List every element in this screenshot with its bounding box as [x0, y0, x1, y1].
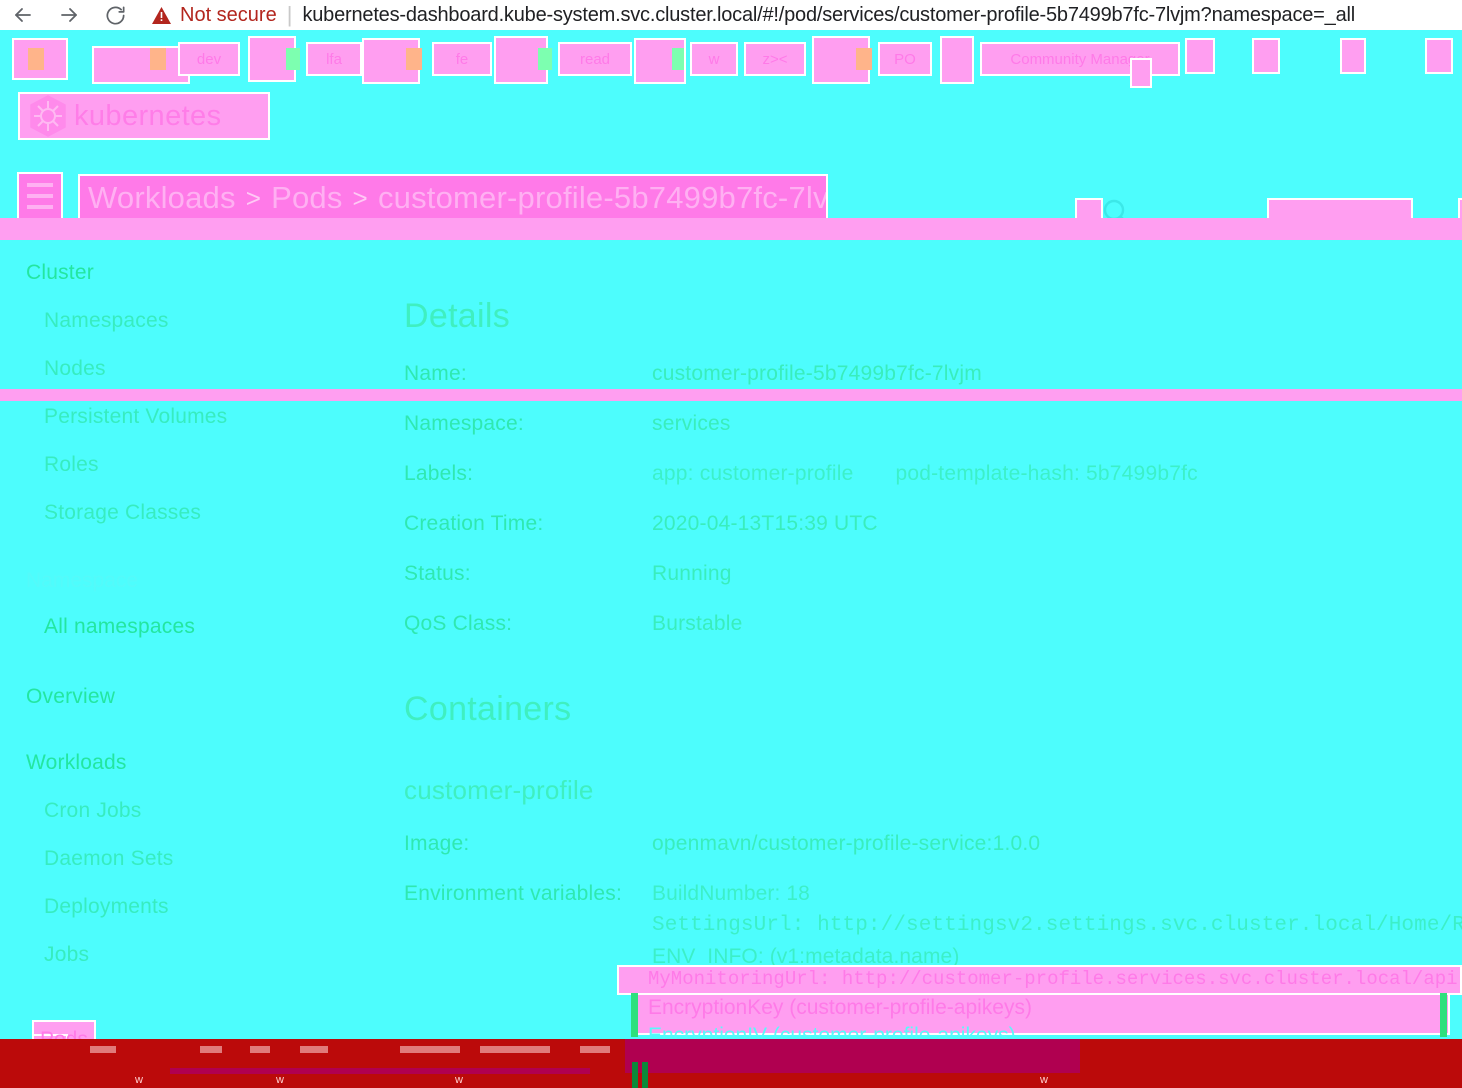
bookmark-block[interactable] — [1340, 38, 1366, 74]
sidebar-item-nodes[interactable]: Nodes — [0, 345, 390, 393]
breadcrumb-separator: > — [352, 182, 368, 213]
breadcrumb-item-pod-name: customer-profile-5b7499b7fc-7lvjm — [377, 180, 828, 215]
bookmark-block[interactable] — [1185, 38, 1215, 74]
omnibox-divider: | — [286, 2, 293, 27]
url-text: kubernetes-dashboard.kube-system.svc.clu… — [302, 3, 1355, 26]
breadcrumb-item-workloads[interactable]: Workloads — [88, 180, 236, 216]
kubernetes-wheel-icon — [28, 95, 68, 137]
bookmark-item[interactable]: fe — [432, 42, 492, 76]
container-row-image: Image: openmavn/customer-profile-service… — [390, 832, 1462, 856]
status-bar-glyph — [632, 1062, 654, 1088]
address-bar[interactable]: Not secure | kubernetes-dashboard.kube-s… — [138, 0, 1462, 30]
detail-label: Labels: — [404, 462, 474, 485]
status-badge: Running — [652, 562, 732, 585]
arrow-left-icon — [11, 3, 35, 27]
detail-row-status: Status: Running — [390, 562, 1462, 586]
detail-label: Status: — [404, 562, 471, 585]
bookmark-favicon — [856, 48, 872, 70]
detail-value: customer-profile-5b7499b7fc-7lvjm — [652, 362, 982, 385]
security-indicator[interactable]: Not secure — [152, 4, 277, 27]
app-header: kubernetes — [0, 88, 1462, 240]
bookmark-block[interactable] — [92, 46, 190, 84]
warning-triangle-icon — [152, 6, 171, 24]
bookmark-favicon — [150, 48, 166, 70]
sidebar-section-namespace: Namespace — [26, 569, 139, 592]
label-chip-pod-template-hash: pod-template-hash: 5b7499b7fc — [895, 462, 1198, 485]
bookmark-item[interactable]: read — [558, 42, 632, 76]
details-title: Details — [404, 297, 511, 335]
sidebar-section-cluster: Cluster — [26, 261, 94, 284]
bookmark-item[interactable]: lfa — [306, 42, 362, 76]
forward-button[interactable] — [46, 0, 92, 30]
status-bar-segment — [625, 1039, 1080, 1073]
sidebar-item-roles[interactable]: Roles — [0, 441, 390, 489]
detail-value: services — [652, 412, 731, 435]
arrow-right-icon — [57, 3, 81, 27]
detail-value: openmavn/customer-profile-service:1.0.0 — [652, 832, 1041, 855]
main-content: Details Name: customer-profile-5b7499b7f… — [390, 249, 1462, 1039]
detail-row-namespace: Namespace: services — [390, 412, 1462, 436]
breadcrumb-item-pods[interactable]: Pods — [271, 180, 342, 216]
detail-label: Namespace: — [404, 412, 524, 435]
detail-row-creation-time: Creation Time: 2020-04-13T15:39 UTC — [390, 512, 1462, 536]
app-logo[interactable]: kubernetes — [18, 92, 270, 140]
toolbar-accent-strip — [0, 389, 1462, 401]
bookmarks-bar[interactable]: dev lfa fe read w z>< PO Community Manag… — [0, 30, 1462, 88]
bookmark-item[interactable]: dev — [178, 42, 240, 76]
bookmark-favicon — [286, 48, 300, 70]
sidebar-item-jobs[interactable]: Jobs — [0, 931, 390, 979]
browser-toolbar: Not secure | kubernetes-dashboard.kube-s… — [0, 0, 1462, 30]
detail-row-name: Name: customer-profile-5b7499b7fc-7lvjm — [390, 362, 1462, 386]
detail-label: Image: — [404, 832, 470, 855]
sidebar-item-deployments[interactable]: Deployments — [0, 883, 390, 931]
sidebar-item-storage-classes[interactable]: Storage Classes — [0, 489, 390, 537]
security-label: Not secure — [180, 3, 277, 26]
reload-button[interactable] — [92, 0, 138, 30]
bookmark-item[interactable]: z>< — [744, 42, 806, 76]
bookmark-favicon — [28, 48, 44, 70]
bookmark-block[interactable] — [1130, 58, 1152, 88]
status-bar-underline — [170, 1068, 590, 1074]
bookmark-block[interactable] — [1425, 38, 1453, 74]
bookmark-favicon — [538, 48, 552, 70]
breadcrumb[interactable]: Workloads > Pods > customer-profile-5b74… — [78, 174, 828, 222]
bookmark-favicon — [672, 48, 684, 70]
containers-title: Containers — [404, 690, 572, 728]
bookmark-block[interactable] — [1252, 38, 1280, 74]
detail-label: Creation Time: — [404, 512, 544, 535]
header-accent-strip — [0, 218, 1462, 240]
reload-icon — [104, 4, 127, 27]
detail-label: Environment variables: — [404, 882, 622, 905]
detail-row-qos-class: QoS Class: Burstable — [390, 612, 1462, 636]
env-var-item: SettingsUrl: http://settingsv2.settings.… — [652, 914, 1462, 937]
detail-row-labels: Labels: app: customer-profile pod-templa… — [390, 462, 1462, 486]
labels-list: app: customer-profile pod-template-hash:… — [652, 462, 1198, 486]
sidebar-section-workloads: Workloads — [26, 751, 127, 774]
sidebar: Cluster Namespaces Nodes Persistent Volu… — [0, 249, 390, 1039]
env-overlay-marker-left — [631, 993, 638, 1037]
sidebar-item-daemon-sets[interactable]: Daemon Sets — [0, 835, 390, 883]
bookmark-item[interactable]: PO — [878, 42, 932, 76]
bookmark-favicon — [406, 48, 422, 70]
breadcrumb-separator: > — [245, 182, 262, 213]
env-var-item: BuildNumber: 18 — [652, 882, 810, 905]
app-logo-text: kubernetes — [74, 99, 222, 132]
bookmark-block[interactable] — [940, 36, 974, 84]
env-var-item-encryption-key: EncryptionKey (customer-profile-apikeys) — [648, 996, 1032, 1019]
hamburger-menu-icon[interactable] — [17, 172, 63, 220]
sidebar-item-overview[interactable]: Overview — [0, 673, 390, 721]
bookmark-item[interactable]: w — [690, 42, 738, 76]
env-var-item-monitoring-url: MyMonitoringUrl: http://customer-profile… — [648, 968, 1458, 990]
sidebar-item-namespaces[interactable]: Namespaces — [0, 297, 390, 345]
detail-label: QoS Class: — [404, 612, 513, 635]
env-overlay-marker-right — [1440, 993, 1447, 1037]
label-chip-app: app: customer-profile — [652, 462, 854, 485]
sidebar-item-cron-jobs[interactable]: Cron Jobs — [0, 787, 390, 835]
detail-value: Burstable — [652, 612, 743, 635]
detail-label: Name: — [404, 362, 467, 385]
back-button[interactable] — [0, 0, 46, 30]
sidebar-namespace-selector[interactable]: All namespaces — [0, 603, 390, 651]
container-name: customer-profile — [404, 775, 594, 805]
detail-value: 2020-04-13T15:39 UTC — [652, 512, 878, 535]
